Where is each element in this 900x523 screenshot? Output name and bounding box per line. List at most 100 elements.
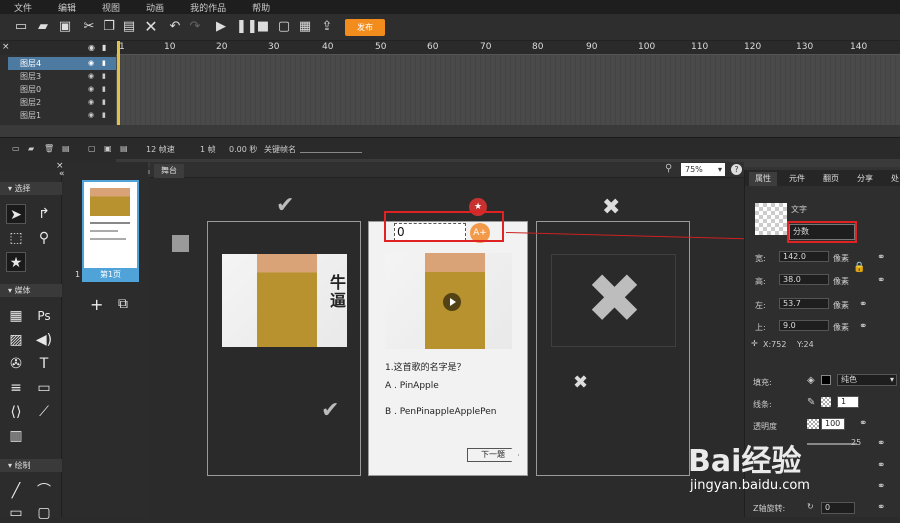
paste-icon[interactable]: ▤ [122, 20, 136, 34]
close-icon[interactable]: × [2, 42, 10, 52]
height-field[interactable]: 38.0 [779, 274, 829, 285]
subselect-icon[interactable]: ↱ [34, 204, 54, 224]
eye-icon[interactable]: ◉ [88, 57, 94, 70]
rotate-slider[interactable] [807, 443, 857, 445]
z-rotation-field[interactable]: 0 [821, 502, 855, 514]
publish-button[interactable]: 发布 [345, 19, 385, 36]
rotate-icon[interactable]: ↻ [807, 502, 814, 511]
video-icon[interactable]: ✇ [6, 354, 26, 374]
tab-share[interactable]: 分享 [851, 172, 879, 186]
list-icon[interactable]: ≡ [6, 378, 26, 398]
grid-icon[interactable]: ▦ [6, 306, 26, 326]
export-icon[interactable]: ⇪ [320, 20, 334, 34]
pen-icon[interactable]: ✎ [807, 397, 815, 408]
width-field[interactable]: 142.0 [779, 251, 829, 262]
keyframe-icon[interactable]: ▣ [104, 144, 112, 153]
search-icon[interactable]: ⚲ [665, 163, 672, 174]
link-icon[interactable]: ⚭ [877, 275, 885, 286]
play-icon[interactable] [443, 293, 461, 311]
layer-row[interactable]: 图层1 ◉ ▮ [8, 109, 116, 122]
tab-properties[interactable]: 属性 [749, 172, 777, 186]
next-button[interactable]: 下一题 [467, 448, 519, 462]
layer-row[interactable]: 图层0 ◉ ▮ [8, 83, 116, 96]
lock-icon[interactable]: ▮ [102, 57, 106, 70]
top-field[interactable]: 9.0 [779, 320, 829, 331]
link-icon[interactable]: ⚭ [859, 321, 867, 332]
add-page-icon[interactable]: + [90, 295, 103, 314]
layer-row[interactable]: 图层2 ◉ ▮ [8, 96, 116, 109]
page-thumbnail[interactable] [82, 180, 139, 282]
preview-icon[interactable]: ▢ [277, 20, 291, 34]
lock-icon[interactable]: ▮ [102, 83, 106, 96]
timeline-ruler[interactable]: 1 10 20 30 40 50 60 70 80 90 100 110 120… [116, 41, 900, 55]
frame-icon[interactable]: ▢ [88, 144, 96, 153]
select-section-header[interactable]: ▾ 选择 [0, 182, 62, 195]
paint-bucket-icon[interactable]: ◈ [807, 375, 815, 386]
curve-icon[interactable]: ⌒ [34, 481, 54, 501]
layer-option-icon[interactable]: ▤ [62, 144, 70, 153]
gray-square[interactable] [172, 235, 189, 252]
photoshop-icon[interactable]: Ps [34, 306, 54, 326]
delete-icon[interactable]: ✕ [144, 19, 158, 35]
keyframe-name-input[interactable] [300, 152, 362, 153]
add-layer-icon[interactable]: ▭ [12, 144, 20, 153]
menu-my-works[interactable]: 我的作品 [190, 1, 226, 14]
option-a[interactable]: A . PinApple [385, 381, 439, 391]
draw-section-header[interactable]: ▾ 绘制 [0, 459, 62, 472]
tab-component[interactable]: 元件 [783, 172, 811, 186]
duplicate-page-icon[interactable]: ⧉ [118, 296, 128, 312]
video-thumbnail[interactable] [385, 253, 512, 349]
image-icon[interactable]: ▨ [6, 330, 26, 350]
lock-icon[interactable]: ▮ [102, 96, 106, 109]
left-field[interactable]: 53.7 [779, 298, 829, 309]
rectangle-icon[interactable]: ▭ [6, 503, 26, 523]
layer-row[interactable]: 图层4 ◉ ▮ [8, 57, 116, 70]
star-component-icon[interactable]: ★ [6, 252, 26, 272]
presentation-icon[interactable]: ▭ [34, 378, 54, 398]
zoom-icon[interactable]: ⚲ [34, 228, 54, 248]
menu-edit[interactable]: 编辑 [58, 1, 76, 14]
pause-icon[interactable]: ❚❚ [236, 20, 258, 34]
page-card-question[interactable]: 0 A+ 1.这首歌的名字是？ A . PinApple B . PenPina… [368, 221, 528, 476]
eye-icon[interactable]: ◉ [88, 109, 94, 122]
save-icon[interactable]: ▣ [58, 20, 72, 34]
frame-grid[interactable] [116, 55, 900, 125]
menu-view[interactable]: 视图 [102, 1, 120, 14]
zoom-select[interactable]: 75% ▾ [681, 163, 725, 176]
lock-ratio-icon[interactable]: 🔒 [853, 262, 865, 273]
line-icon[interactable]: ╱ [6, 481, 26, 501]
play-icon[interactable]: ▶ [214, 20, 228, 34]
page-card-correct[interactable]: 牛 逼 ✔ [207, 221, 361, 476]
cut-icon[interactable]: ✂ [82, 20, 96, 34]
option-b[interactable]: B . PenPinappleApplePen [385, 407, 497, 417]
lock-icon[interactable]: ▮ [102, 70, 106, 83]
select-arrow-icon[interactable]: ➤ [6, 204, 26, 224]
collapse-icon[interactable]: « [59, 169, 65, 179]
layer-row[interactable]: 图层3 ◉ ▮ [8, 70, 116, 83]
delete-layer-icon[interactable]: 🗑 [44, 144, 54, 153]
audio-icon[interactable]: ◀) [34, 330, 54, 350]
transform-icon[interactable]: ⬚ [6, 228, 26, 248]
link-icon[interactable]: ⚭ [877, 252, 885, 263]
tab-flip[interactable]: 翻页 [817, 172, 845, 186]
wrong-image-frame[interactable]: ✖ [551, 254, 676, 347]
page-label[interactable]: 第1页 [82, 268, 139, 282]
menu-help[interactable]: 帮助 [252, 1, 270, 14]
help-icon[interactable]: ? [731, 164, 742, 175]
open-folder-icon[interactable]: ▰ [36, 20, 50, 34]
opacity-field[interactable]: 100 [821, 418, 845, 430]
code-icon[interactable]: ⟨⟩ [6, 402, 26, 422]
line-color-swatch[interactable] [821, 397, 831, 407]
qrcode-icon[interactable]: ▦ [298, 20, 312, 34]
video-thumbnail[interactable]: 牛 逼 [222, 254, 347, 347]
media-section-header[interactable]: ▾ 媒体 [0, 284, 62, 297]
page-card-wrong[interactable]: ✖ ✖ [536, 221, 690, 476]
tab-stage[interactable]: 舞台 [154, 164, 184, 178]
eye-icon[interactable]: ◉ [88, 96, 94, 109]
link-icon[interactable]: ⚭ [859, 299, 867, 310]
link-icon[interactable]: ⚭ [877, 481, 885, 492]
lock-icon[interactable]: ▮ [102, 43, 106, 52]
rounded-rect-icon[interactable]: ▢ [34, 503, 54, 523]
add-folder-icon[interactable]: ▰ [28, 144, 34, 153]
link-icon[interactable]: ⚭ [877, 438, 885, 449]
